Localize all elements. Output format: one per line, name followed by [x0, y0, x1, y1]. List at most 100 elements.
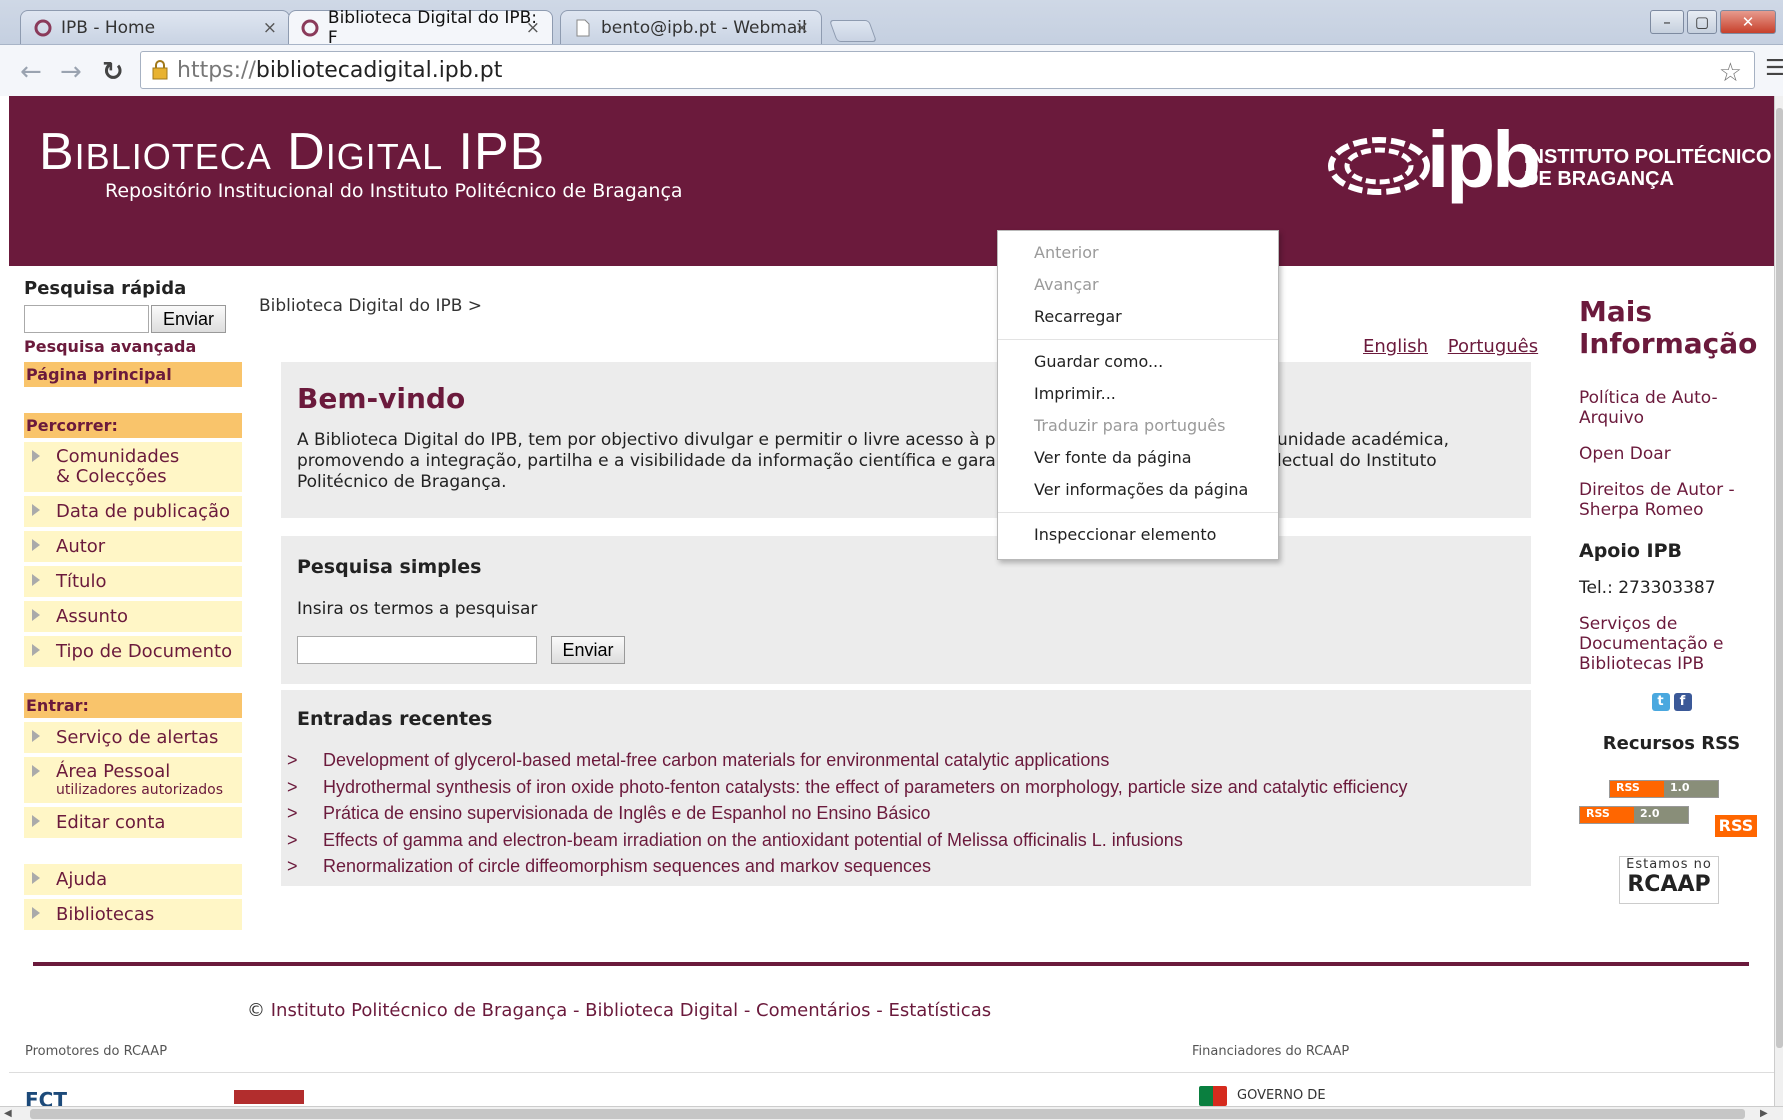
footer-link-list[interactable]: Instituto Politécnico de Bragança - Bibl… [271, 1000, 991, 1021]
sidebar-item-libraries[interactable]: Bibliotecas [24, 899, 242, 930]
tab-close-icon[interactable]: × [526, 18, 540, 38]
copyright-sherpa-link[interactable]: Direitos de Autor - Sherpa Romeo [1579, 480, 1764, 520]
lang-english-link[interactable]: English [1363, 336, 1428, 357]
rss-1-badge[interactable]: RSS 1.0 [1609, 780, 1719, 798]
sidebar-item-help[interactable]: Ajuda [24, 864, 242, 895]
chevron-right-icon [32, 609, 40, 621]
sidebar-item-personal-area[interactable]: Área Pessoal utilizadores autorizados [24, 757, 242, 803]
rss-feed-icon[interactable]: RSS [1715, 815, 1757, 837]
chevron-right-icon [32, 872, 40, 884]
welcome-text: A Biblioteca Digital do IPB, tem por obj… [297, 430, 1457, 493]
list-item[interactable]: Prática de ensino supervisionada de Ingl… [287, 803, 1408, 830]
scroll-left-icon[interactable]: ◀ [4, 1108, 12, 1119]
list-item[interactable]: Renormalization of circle diffeomorphism… [287, 856, 1408, 883]
sidebar-item-doctype[interactable]: Tipo de Documento [24, 636, 242, 667]
chevron-right-icon [32, 730, 40, 742]
rss-2-badge[interactable]: RSS 2.0 [1579, 806, 1689, 824]
phone-number: Tel.: 273303387 [1579, 578, 1716, 598]
government-logo-text[interactable]: GOVERNO DE [1237, 1088, 1326, 1103]
library-services-link[interactable]: Serviços de Documentação e Bibliotecas I… [1579, 614, 1764, 674]
chevron-right-icon [32, 644, 40, 656]
menu-item-inspect[interactable]: Inspeccionar elemento [998, 519, 1278, 551]
address-bar[interactable]: https://bibliotecadigital.ipb.pt ☆ [140, 51, 1755, 89]
tab-title: Biblioteca Digital do IPB: F [327, 8, 538, 48]
sidebar-item-edit-account[interactable]: Editar conta [24, 807, 242, 838]
rss-badge-label: RSS [1580, 807, 1634, 823]
tab-close-icon[interactable]: × [795, 18, 809, 38]
rcaap-badge-small: Estamos no [1626, 857, 1712, 872]
tab-close-icon[interactable]: × [263, 18, 277, 38]
list-item[interactable]: Development of glycerol-based metal-free… [287, 750, 1408, 777]
breadcrumb[interactable]: Biblioteca Digital do IPB > [259, 296, 482, 316]
promoter-logo[interactable] [234, 1090, 304, 1104]
left-sidebar: Pesquisa rápida Enviar Pesquisa avançada… [24, 276, 242, 930]
home-link[interactable]: Página principal [24, 362, 242, 387]
bookmark-star-icon[interactable]: ☆ [1719, 58, 1742, 88]
menu-separator [998, 339, 1278, 340]
sidebar-item-alerts[interactable]: Serviço de alertas [24, 722, 242, 753]
page-favicon-icon [573, 18, 593, 38]
sidebar-item-label: Comunidades [56, 446, 180, 467]
back-arrow-icon[interactable]: ← [20, 57, 42, 87]
institution-name: INSTITUTO POLITÉCNICO DE BRAGANÇA [1524, 146, 1771, 190]
welcome-text-line2-right: lectual do Instituto [1277, 451, 1437, 471]
vertical-scroll-thumb[interactable] [1776, 108, 1783, 1048]
simple-search-input[interactable] [297, 636, 537, 664]
simple-search-button[interactable]: Enviar [551, 636, 625, 664]
menu-item-forward[interactable]: Avançar [998, 269, 1278, 301]
new-tab-button[interactable] [828, 20, 878, 42]
menu-item-translate[interactable]: Traduzir para português [998, 410, 1278, 442]
site-title[interactable]: Biblioteca Digital IPB [39, 122, 545, 182]
window-close-button[interactable]: ✕ [1720, 10, 1776, 34]
funders-label: Financiadores do RCAAP [1192, 1044, 1350, 1059]
menu-item-save-as[interactable]: Guardar como... [998, 346, 1278, 378]
tab-ipb-home[interactable]: IPB - Home × [20, 10, 290, 44]
sidebar-item-sublabel: utilizadores autorizados [56, 782, 224, 798]
twitter-icon[interactable]: t [1651, 693, 1670, 711]
maximize-button[interactable]: ▢ [1687, 10, 1717, 34]
scroll-right-icon[interactable]: ▶ [1760, 1108, 1768, 1119]
rcaap-badge[interactable]: Estamos no RCAAP [1619, 856, 1719, 904]
forward-arrow-icon[interactable]: → [60, 57, 82, 87]
menu-item-page-info[interactable]: Ver informações da página [998, 474, 1278, 506]
tab-webmail[interactable]: bento@ipb.pt - Webmail × [560, 10, 822, 44]
browser-chrome: IPB - Home × Biblioteca Digital do IPB: … [0, 0, 1783, 96]
quick-search-button[interactable]: Enviar [151, 305, 226, 333]
facebook-icon[interactable]: f [1673, 693, 1692, 711]
footer-links: © Instituto Politécnico de Bragança - Bi… [247, 1000, 991, 1021]
list-item[interactable]: Hydrothermal synthesis of iron oxide pho… [287, 777, 1408, 804]
sidebar-item-label: Ajuda [56, 869, 108, 890]
horizontal-scrollbar[interactable]: ◀ ▶ [0, 1106, 1783, 1120]
quick-search-input[interactable] [24, 305, 149, 333]
list-item[interactable]: Effects of gamma and electron-beam irrad… [287, 830, 1408, 857]
sidebar-item-label: Autor [56, 536, 106, 557]
tab-biblioteca[interactable]: Biblioteca Digital do IPB: F × [288, 8, 553, 48]
menu-item-back[interactable]: Anterior [998, 237, 1278, 269]
sidebar-item-subject[interactable]: Assunto [24, 601, 242, 632]
fct-logo[interactable]: FCT [25, 1088, 67, 1106]
self-archive-policy-link[interactable]: Política de Auto- Arquivo [1579, 388, 1764, 428]
sidebar-item-communities[interactable]: Comunidades & Colecções [24, 442, 242, 492]
chevron-right-icon [32, 574, 40, 586]
sidebar-item-label: Bibliotecas [56, 904, 155, 925]
vertical-scrollbar[interactable] [1774, 96, 1783, 1106]
institution-line2: DE BRAGANÇA [1524, 168, 1674, 190]
menu-item-view-source[interactable]: Ver fonte da página [998, 442, 1278, 474]
reload-icon[interactable]: ↻ [102, 57, 124, 87]
minimize-button[interactable]: – [1650, 10, 1684, 34]
institution-line1: INSTITUTO POLITÉCNICO [1524, 146, 1772, 168]
sidebar-item-label: & Colecções [56, 466, 167, 487]
lang-portuguese-link[interactable]: Português [1448, 336, 1538, 357]
open-doar-link[interactable]: Open Doar [1579, 444, 1764, 464]
rcaap-badge-big: RCAAP [1627, 872, 1711, 897]
sidebar-item-date[interactable]: Data de publicação [24, 496, 242, 527]
hamburger-menu-icon[interactable]: ☰ [1765, 56, 1783, 81]
menu-item-reload[interactable]: Recarregar [998, 301, 1278, 333]
advanced-search-link[interactable]: Pesquisa avançada [24, 337, 242, 356]
menu-item-print[interactable]: Imprimir... [998, 378, 1278, 410]
horizontal-scroll-thumb[interactable] [30, 1109, 1745, 1119]
chevron-right-icon [32, 765, 40, 777]
link-line: Política de Auto- [1579, 388, 1718, 408]
sidebar-item-title[interactable]: Título [24, 566, 242, 597]
sidebar-item-author[interactable]: Autor [24, 531, 242, 562]
